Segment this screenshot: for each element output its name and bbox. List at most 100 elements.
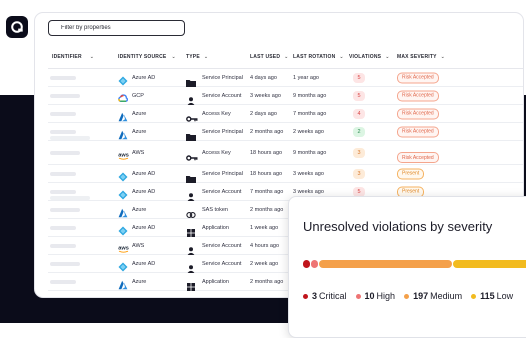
type-text: Service Account (202, 260, 242, 267)
legend-label: Critical (319, 291, 347, 301)
person-icon (186, 242, 196, 255)
chevron-down-icon: ⌄ (440, 54, 446, 60)
column-type[interactable]: TYPE ⌄ (186, 54, 208, 60)
identifier-placeholder (50, 208, 80, 212)
legend-item-critical: 3 Critical (303, 291, 347, 301)
identifier-placeholder (50, 136, 90, 140)
identifier-placeholder (50, 262, 80, 266)
chevron-down-icon: ⌄ (339, 54, 344, 60)
table-row[interactable]: aws AWS Access Key 18 hours ago 9 months ago… (48, 141, 523, 165)
person-icon (186, 92, 196, 105)
legend-dot-icon (404, 293, 410, 299)
identifier-placeholder (50, 130, 76, 134)
table-row[interactable]: Azure AD Service Principal 18 hours ago 3 w… (48, 165, 523, 183)
severity-bar-low (453, 260, 526, 268)
table-header: IDENTIFIER ⌄ IDENTITY SOURCE ⌄ TYPE ⌄ LA… (48, 51, 523, 69)
identifier-placeholder (50, 190, 76, 194)
column-last-used-label: LAST USED (250, 54, 281, 60)
table-row[interactable]: Azure Service Principal 2 months ago 2 week… (48, 123, 523, 141)
identifier-placeholder (50, 112, 76, 116)
type-text: Service Principal (202, 74, 243, 81)
grid-icon (186, 224, 196, 237)
azure-ad-icon (118, 259, 128, 271)
last-used-text: 2 months ago (250, 206, 284, 213)
identity-source-text: AWS (132, 242, 145, 249)
last-used-text: 7 months ago (250, 188, 284, 195)
violations-count: 3 (353, 147, 365, 158)
violations-count: 5 (353, 72, 365, 83)
azure-icon (118, 205, 128, 217)
azure-ad-icon (118, 223, 128, 235)
identifier-placeholder (50, 226, 76, 230)
violations-count: 3 (353, 168, 365, 179)
grid-icon (186, 278, 196, 291)
azure-ad-icon (118, 169, 128, 181)
key-icon (186, 149, 198, 161)
severity-badge: Risk Accepted (397, 108, 439, 119)
aws-icon: aws (118, 148, 129, 160)
column-max-severity-label: MAX SEVERITY (397, 54, 437, 60)
column-violations[interactable]: VIOLATIONS ⌄ (349, 54, 390, 60)
type-text: Service Principal (202, 128, 243, 135)
legend-item-high: 10 High (355, 291, 395, 301)
violations-count: 2 (353, 126, 365, 137)
gcp-icon (118, 91, 129, 102)
identity-source-text: Azure AD (132, 170, 156, 177)
last-used-text: 18 hours ago (250, 170, 283, 177)
severity-badge: Risk Accepted (397, 126, 439, 137)
type-text: Service Account (202, 242, 242, 249)
legend-dot-icon (303, 293, 308, 299)
column-last-rotation[interactable]: LAST ROTATION ⌄ (293, 54, 344, 60)
person-icon (186, 188, 196, 201)
type-text: Access Key (202, 110, 231, 117)
azure-icon (118, 127, 128, 139)
violations-card: Unresolved violations by severity 3 Criti… (288, 196, 526, 338)
last-used-text: 3 weeks ago (250, 92, 281, 99)
last-used-text: 2 days ago (250, 110, 277, 117)
table-row[interactable]: Azure AD Service Principal 4 days ago 1 yea… (48, 69, 523, 87)
legend-item-low: 115 Low (471, 291, 513, 301)
legend-dot-icon (355, 293, 361, 299)
type-text: Access Key (202, 149, 231, 156)
violations-count: 5 (353, 186, 365, 197)
type-text: Service Principal (202, 170, 243, 177)
identifier-placeholder (50, 280, 76, 284)
severity-badge: Risk Accepted (397, 90, 439, 101)
severity-bar-critical (303, 260, 310, 268)
azure-ad-icon (118, 187, 128, 199)
type-text: Application (202, 224, 229, 231)
column-violations-label: VIOLATIONS (349, 54, 382, 60)
table-row[interactable]: GCP Service Account 3 weeks ago 9 months ag… (48, 87, 523, 105)
severity-bar-high (311, 260, 318, 268)
svg-text:aws: aws (118, 245, 129, 251)
identifier-placeholder (50, 76, 76, 80)
last-used-text: 1 week ago (250, 224, 279, 231)
severity-bar-medium (319, 260, 452, 268)
folder-icon (186, 170, 196, 183)
azure-ad-icon (118, 73, 128, 85)
type-text: Service Account (202, 188, 242, 195)
last-rotation-text: 3 weeks ago (293, 170, 324, 177)
column-last-rotation-label: LAST ROTATION (293, 54, 336, 60)
type-text: SAS token (202, 206, 228, 213)
identity-source-text: Azure (132, 110, 147, 117)
severity-legend: 3 Critical 10 High 197 Medium 115 Low (303, 291, 522, 301)
last-rotation-text: 2 weeks ago (293, 128, 324, 135)
person-icon (186, 260, 196, 273)
column-identifier[interactable]: IDENTIFIER ⌄ (52, 54, 94, 60)
legend-label: Low (496, 291, 514, 301)
type-text: Application (202, 278, 229, 285)
identifier-placeholder (50, 151, 80, 155)
legend-count: 3 (312, 291, 318, 301)
column-last-used[interactable]: LAST USED ⌄ (250, 54, 289, 60)
identity-source-text: Azure AD (132, 188, 156, 195)
last-used-text: 4 hours ago (250, 242, 280, 249)
last-used-text: 4 days ago (250, 74, 277, 81)
column-max-severity[interactable]: MAX SEVERITY ⌄ (397, 54, 445, 60)
column-identity-source[interactable]: IDENTITY SOURCE ⌄ (118, 54, 176, 60)
filter-input[interactable] (48, 20, 185, 36)
column-identifier-label: IDENTIFIER (52, 54, 82, 60)
table-row[interactable]: Azure Access Key 2 days ago 7 months ago 4 Ri… (48, 105, 523, 123)
violations-count: 4 (353, 108, 365, 119)
last-rotation-text: 9 months ago (293, 92, 327, 99)
